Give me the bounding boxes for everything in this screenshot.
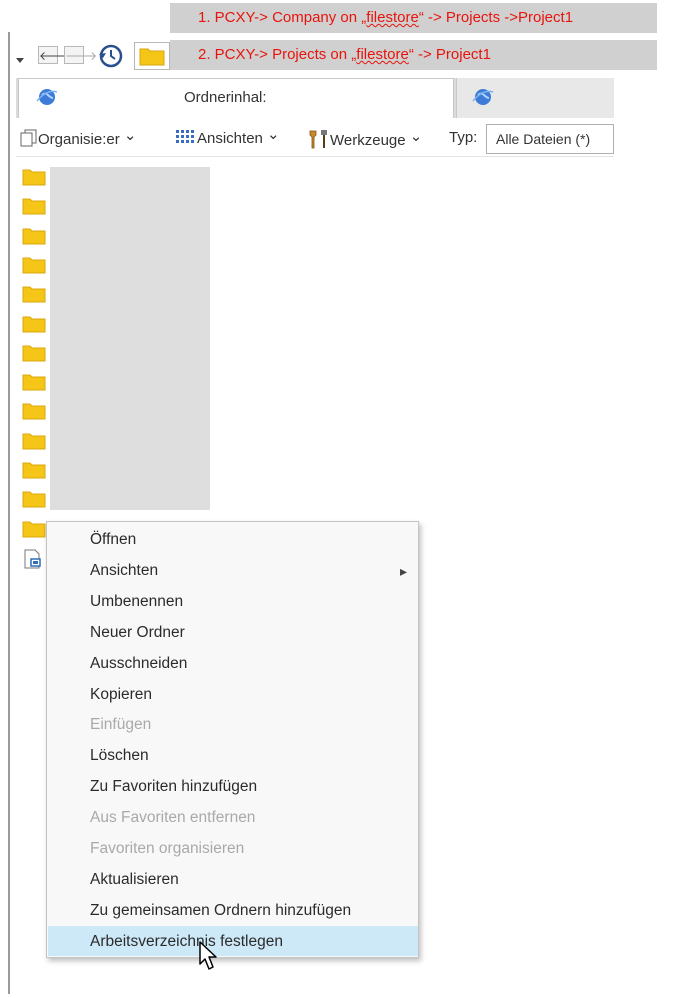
chevron-down-icon: ⌄ (267, 126, 280, 143)
mouse-cursor-icon (199, 941, 217, 970)
context-menu-item[interactable]: Ausschneiden (90, 655, 187, 673)
folder-icon[interactable] (22, 315, 46, 333)
annotation-2: 2. PCXY-> Projects on „filestore“ -> Pro… (170, 40, 657, 70)
folder-icon[interactable] (22, 197, 46, 215)
type-filter-select[interactable]: Alle Dateien (*) (486, 124, 614, 154)
history-clock-icon (99, 44, 123, 68)
views-grid-icon (176, 130, 194, 143)
context-menu-item[interactable]: Kopieren (90, 686, 152, 704)
tools-label: Werkzeuge (330, 132, 406, 149)
tools-icon (309, 130, 327, 149)
history-button[interactable] (97, 43, 123, 69)
folder-icon[interactable] (22, 256, 46, 274)
views-label: Ansichten (197, 130, 263, 147)
context-menu-item[interactable]: Neuer Ordner (90, 624, 185, 642)
folder-icon[interactable] (22, 520, 46, 538)
annotation-1: 1. PCXY-> Company on „filestore“ -> Proj… (170, 3, 657, 33)
context-menu-item[interactable]: Aus Favoriten entfernen (90, 809, 255, 827)
context-menu-item[interactable]: Arbeitsverzeichnis festlegen (90, 933, 283, 951)
annotation-1-link: filestore (366, 9, 419, 26)
context-menu (46, 521, 419, 958)
tools-button[interactable]: Werkzeuge ⌄ (308, 128, 423, 149)
current-folder-box[interactable] (134, 42, 170, 70)
folder-icon[interactable] (22, 402, 46, 420)
tab-folder-content-label: Ordnerinhal: (184, 89, 267, 106)
window-left-border (8, 32, 10, 994)
dropdown-arrow-icon[interactable] (16, 58, 24, 63)
organize-button[interactable]: Organisie:er ⌄ (20, 127, 137, 148)
folder-icon[interactable] (22, 344, 46, 362)
folder-icon (139, 48, 165, 66)
context-menu-item[interactable]: Einfügen (90, 716, 151, 734)
context-menu-item[interactable]: Favoriten organisieren (90, 840, 244, 858)
back-button[interactable]: 🡐 (38, 46, 71, 64)
context-menu-item[interactable]: Umbenennen (90, 593, 183, 611)
organize-label: Organisie:er (38, 131, 120, 148)
context-menu-item[interactable]: Aktualisieren (90, 871, 179, 889)
chevron-down-icon: ⌄ (123, 127, 137, 144)
redacted-folder-names (50, 167, 210, 510)
context-menu-item[interactable]: Öffnen (90, 531, 136, 549)
globe-icon (472, 89, 494, 105)
annotation-1-suffix: “ -> Projects ->Project1 (418, 9, 574, 26)
folder-icon[interactable] (22, 227, 46, 245)
folder-icon[interactable] (22, 285, 46, 303)
globe-icon (36, 89, 58, 105)
type-label: Typ: (449, 129, 478, 146)
file-icon[interactable] (22, 549, 44, 569)
annotation-2-suffix: “ -> Project1 (408, 46, 491, 63)
folder-icon[interactable] (22, 432, 46, 450)
annotation-2-prefix: 2. PCXY-> Projects on „ (198, 46, 357, 63)
context-menu-item[interactable]: Löschen (90, 747, 149, 765)
chevron-down-icon: ⌄ (409, 128, 423, 145)
folder-icon[interactable] (22, 168, 46, 186)
organize-icon (20, 129, 37, 147)
submenu-arrow-icon: ▸ (400, 562, 408, 579)
folder-icon[interactable] (22, 490, 46, 508)
context-menu-item[interactable]: Zu gemeinsamen Ordnern hinzufügen (90, 902, 351, 920)
context-menu-item[interactable]: Ansichten (90, 562, 158, 580)
folder-icon[interactable] (22, 461, 46, 479)
annotation-2-link: filestore (356, 46, 409, 63)
forward-button[interactable]: 🡒 (64, 46, 97, 64)
annotation-1-prefix: 1. PCXY-> Company on „ (198, 9, 367, 26)
views-button[interactable]: Ansichten ⌄ (175, 126, 280, 147)
context-menu-item[interactable]: Zu Favoriten hinzufügen (90, 778, 257, 796)
folder-icon[interactable] (22, 373, 46, 391)
forward-arrow-icon: 🡒 (65, 49, 98, 63)
